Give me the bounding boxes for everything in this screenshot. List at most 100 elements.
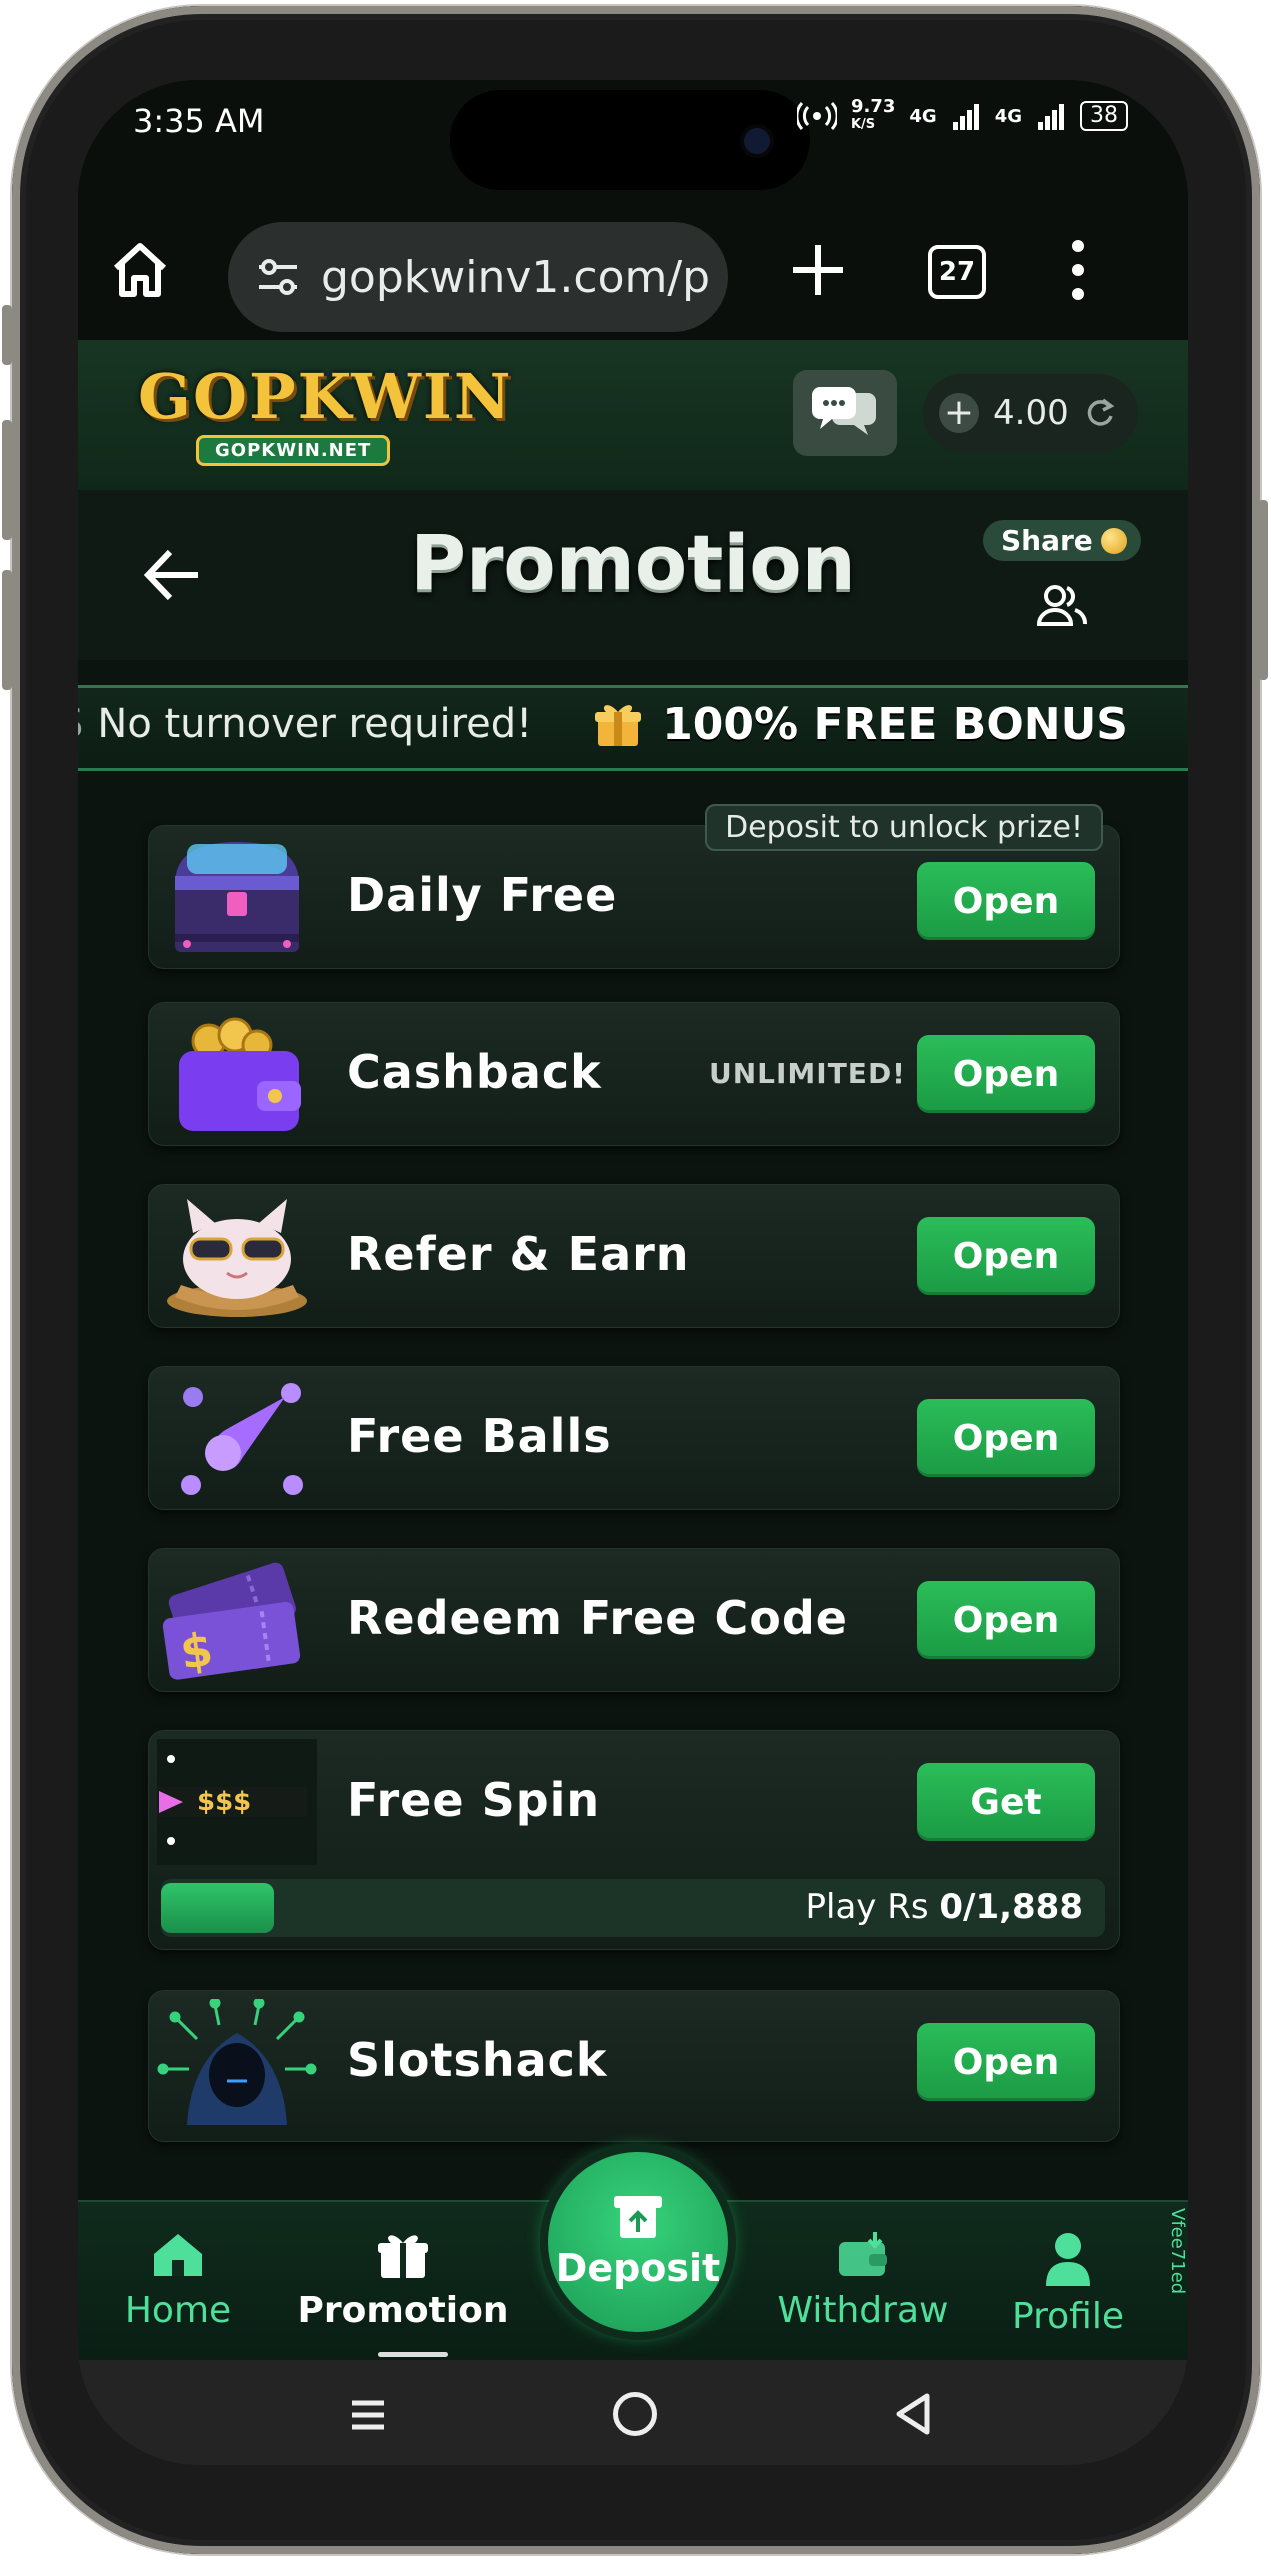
marquee-fragment: S: [78, 701, 83, 747]
refresh-icon[interactable]: [1083, 396, 1117, 430]
nav-deposit-label: Deposit: [555, 2246, 721, 2290]
people-icon[interactable]: [1033, 582, 1089, 628]
promo-title: Free Balls: [347, 1409, 612, 1463]
nav-profile-label: Profile: [1012, 2296, 1124, 2337]
phone-power-button: [1258, 500, 1268, 680]
unlimited-label: UNLIMITED!: [709, 1057, 906, 1090]
free-spin-get-button[interactable]: Get: [917, 1763, 1095, 1841]
daily-free-open-button[interactable]: Open: [917, 862, 1095, 940]
address-bar[interactable]: gopkwinv1.com/p: [228, 222, 728, 332]
profile-icon: [1046, 2233, 1090, 2286]
slot-reel-text: $$$: [197, 1787, 252, 1817]
browser-menu-icon[interactable]: [1068, 240, 1088, 300]
phone-volume-up-button: [2, 420, 12, 540]
promo-cashback: Cashback UNLIMITED! Open: [148, 1002, 1120, 1146]
balance-display[interactable]: + 4.00: [923, 374, 1138, 452]
chat-bubbles-icon: [812, 387, 876, 435]
slotshack-open-button[interactable]: Open: [917, 2023, 1095, 2101]
promo-refer-earn: Refer & Earn Open: [148, 1184, 1120, 1328]
system-home-icon[interactable]: [613, 2392, 657, 2436]
nav-home-label: Home: [124, 2290, 232, 2331]
cat-sunglasses-icon: [167, 1199, 307, 1317]
coin-icon: [1100, 527, 1127, 554]
phone-screen: 3:35 AM 9.73 K/S 4G 4G 38 gopkwinv1.com/…: [78, 80, 1188, 2465]
comet-balls-icon: [181, 1383, 303, 1495]
promo-redeem-code: $ Redeem Free Code Open: [148, 1548, 1120, 1692]
cashback-open-button[interactable]: Open: [917, 1035, 1095, 1113]
spin-progress-fill: [161, 1883, 275, 1933]
new-tab-icon[interactable]: [783, 235, 853, 305]
promo-title: Refer & Earn: [347, 1227, 690, 1281]
slot-reel-icon: $$$: [157, 1739, 317, 1865]
url-text: gopkwinv1.com/p: [321, 251, 711, 303]
balance-amount: 4.00: [993, 393, 1069, 433]
treasure-chest-icon: [175, 842, 299, 952]
site-logo-subtitle: GOPKWIN.NET: [196, 435, 391, 466]
promo-slotshack: Slotshack Open: [148, 1990, 1120, 2142]
net-speed: 9.73 K/S: [851, 98, 895, 134]
status-time: 3:35 AM: [133, 102, 265, 140]
promo-marquee: S No turnover required! 100% FREE BONUS: [78, 685, 1188, 771]
withdraw-wallet-icon: [839, 2232, 887, 2276]
nav-deposit-button[interactable]: Deposit: [548, 2152, 728, 2332]
promo-free-spin: $$$ Free Spin Get Play Rs 0/1,888: [148, 1730, 1120, 1950]
version-code: Vfee71ed: [1167, 2208, 1188, 2295]
site-logo[interactable]: GOPKWIN: [138, 360, 513, 433]
spin-progress-value: 0/1,888: [939, 1887, 1083, 1927]
promo-daily-free: Daily Free Deposit to unlock prize! Open: [148, 804, 1120, 969]
signal-icon: [1038, 104, 1064, 130]
bottom-navigation: Home Promotion Deposit Withdraw Profile: [78, 2152, 1188, 2362]
gift-icon: [595, 705, 642, 746]
nav-profile[interactable]: Profile: [978, 2230, 1158, 2337]
browser-home-icon[interactable]: [108, 238, 172, 302]
nav-home[interactable]: Home: [88, 2230, 268, 2331]
active-tab-indicator: [378, 2352, 448, 2357]
site-settings-icon[interactable]: [253, 252, 303, 302]
recent-apps-icon[interactable]: [348, 2395, 388, 2435]
spin-progress-prefix: Play Rs: [805, 1887, 940, 1927]
promo-title: Slotshack: [347, 2033, 608, 2087]
add-balance-icon[interactable]: +: [939, 393, 979, 433]
hotspot-icon: [796, 101, 837, 131]
gift-icon: [378, 2235, 428, 2278]
nav-withdraw-label: Withdraw: [777, 2290, 949, 2331]
system-back-icon[interactable]: [893, 2392, 933, 2436]
hacker-icon: [157, 1999, 317, 2125]
promo-title: Redeem Free Code: [347, 1591, 848, 1645]
system-navigation-bar: [78, 2360, 1188, 2465]
share-button[interactable]: Share: [983, 520, 1141, 561]
free-balls-open-button[interactable]: Open: [917, 1399, 1095, 1477]
sim2-label: 4G: [994, 105, 1022, 127]
net-speed-unit: K/S: [850, 117, 876, 132]
promo-free-balls: Free Balls Open: [148, 1366, 1120, 1510]
home-icon: [154, 2234, 202, 2276]
site-header: GOPKWIN GOPKWIN.NET + 4.00: [78, 340, 1188, 492]
chat-button[interactable]: [793, 370, 897, 456]
status-bar: 3:35 AM 9.73 K/S 4G 4G 38: [78, 80, 1188, 200]
marquee-bonus: 100% FREE BONUS: [662, 698, 1128, 750]
promo-title: Daily Free: [347, 868, 618, 922]
share-label: Share: [1001, 524, 1093, 557]
net-speed-value: 9.73: [850, 96, 896, 117]
phone-action-button: [2, 305, 12, 365]
promo-title: Cashback: [347, 1045, 602, 1099]
spin-progress-bar: Play Rs 0/1,888: [161, 1879, 1105, 1937]
promo-title: Free Spin: [347, 1773, 601, 1827]
front-camera: [744, 128, 770, 154]
deposit-unlock-tag: Deposit to unlock prize!: [705, 804, 1103, 851]
deposit-atm-icon: [614, 2196, 662, 2238]
status-icons: 9.73 K/S 4G 4G 38: [796, 98, 1128, 134]
nav-withdraw[interactable]: Withdraw: [773, 2230, 953, 2331]
signal-icon: [952, 104, 979, 130]
tab-switcher-button[interactable]: 27: [928, 245, 986, 299]
refer-earn-open-button[interactable]: Open: [917, 1217, 1095, 1295]
phone-volume-down-button: [2, 570, 12, 690]
redeem-code-open-button[interactable]: Open: [917, 1581, 1095, 1659]
spin-progress-text: Play Rs 0/1,888: [806, 1887, 1083, 1927]
browser-toolbar: gopkwinv1.com/p 27: [78, 200, 1188, 340]
battery-icon: 38: [1080, 101, 1128, 131]
page-title-bar: Promotion Share: [78, 490, 1188, 660]
nav-promotion[interactable]: Promotion: [297, 2230, 509, 2331]
marquee-text: No turnover required!: [97, 701, 533, 747]
nav-promotion-label: Promotion: [297, 2290, 509, 2331]
